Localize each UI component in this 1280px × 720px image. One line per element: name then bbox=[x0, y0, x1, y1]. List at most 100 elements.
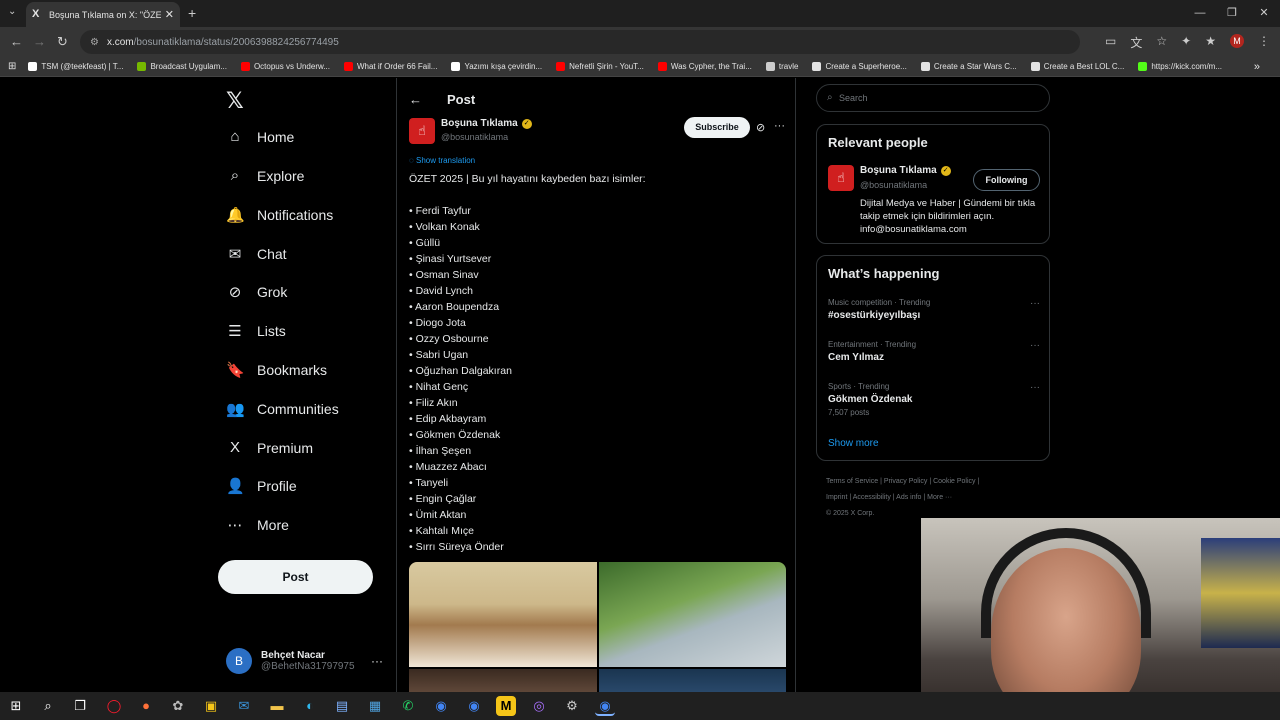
app-icon[interactable]: ✿ bbox=[168, 696, 188, 716]
back-arrow-icon[interactable]: ← bbox=[409, 92, 422, 107]
trend-item[interactable]: Entertainment · Trending Cem Yılmaz ··· bbox=[828, 340, 1040, 363]
nav-item-explore[interactable]: ⌕ Explore bbox=[226, 167, 305, 184]
grok-explain-icon[interactable]: ⊘ bbox=[756, 121, 765, 134]
x-logo-icon[interactable]: 𝕏 bbox=[226, 88, 244, 114]
back-arrow-icon[interactable]: ← bbox=[10, 34, 23, 49]
subscribe-button[interactable]: Subscribe bbox=[684, 117, 750, 138]
nav-item-notifications[interactable]: 🔔 Notifications bbox=[226, 206, 333, 224]
nav-item-communities[interactable]: 👥 Communities bbox=[226, 400, 339, 418]
following-button[interactable]: Following bbox=[973, 169, 1040, 191]
browser-tab[interactable]: X Boşuna Tıklama on X: "ÖZET 20... ✕ bbox=[26, 2, 180, 27]
trend-item[interactable]: Music competition · Trending #osestürkiye… bbox=[828, 298, 1040, 321]
app-icon[interactable]: ▦ bbox=[365, 696, 385, 716]
trend-more-icon[interactable]: ··· bbox=[1030, 382, 1040, 393]
nav-item-home[interactable]: ⌂ Home bbox=[226, 128, 294, 145]
mail-app-icon[interactable]: ✉ bbox=[234, 696, 254, 716]
extensions-icon[interactable]: ✦ bbox=[1181, 34, 1191, 51]
forward-arrow-icon[interactable]: → bbox=[33, 34, 46, 49]
whatsapp-icon[interactable]: ✆ bbox=[398, 696, 418, 716]
account-more-icon[interactable]: ··· bbox=[371, 654, 383, 668]
nav-item-grok[interactable]: ⊘ Grok bbox=[226, 283, 288, 301]
nav-item-chat[interactable]: ✉ Chat bbox=[226, 245, 287, 263]
post-image-4[interactable] bbox=[598, 669, 786, 692]
bookmark-item[interactable]: Create a Star Wars C... bbox=[920, 62, 1017, 71]
bookmark-item[interactable]: Create a Superheroe... bbox=[812, 62, 907, 71]
bookmark-favicon-icon bbox=[657, 62, 667, 71]
relevant-avatar[interactable]: ☝ bbox=[828, 165, 854, 191]
nav-item-lists[interactable]: ☰ Lists bbox=[226, 322, 286, 340]
new-tab-icon[interactable]: + bbox=[188, 5, 196, 21]
search-icon: ⌕ bbox=[827, 92, 833, 103]
account-switcher[interactable]: B Behçet Nacar @BehetNa31797975 ··· bbox=[226, 648, 383, 674]
post-more-icon[interactable]: ··· bbox=[774, 120, 785, 132]
show-translation-link[interactable]: ◌ Show translation bbox=[409, 156, 475, 165]
bookmark-item[interactable]: travle bbox=[765, 62, 798, 71]
firefox-icon[interactable]: ● bbox=[136, 696, 156, 716]
chrome-active-icon[interactable]: ◉ bbox=[595, 696, 615, 716]
author-name[interactable]: Boşuna Tıklama ✓ bbox=[441, 118, 532, 129]
browser-menu-icon[interactable]: ⋮ bbox=[1258, 34, 1270, 51]
url-input[interactable]: ⚙ x.com/bosunatiklama/status/20063988242… bbox=[80, 30, 1080, 54]
post-button[interactable]: Post bbox=[218, 560, 373, 594]
site-info-icon[interactable]: ⚙ bbox=[90, 37, 99, 48]
address-bar-row: ← → ↻ ⚙ x.com/bosunatiklama/status/20063… bbox=[0, 27, 1280, 57]
file-explorer-icon[interactable]: ▬ bbox=[267, 696, 287, 716]
cast-icon[interactable]: ▭ bbox=[1105, 34, 1116, 51]
app-icon[interactable]: M bbox=[496, 696, 516, 716]
relevant-name[interactable]: Boşuna Tıklama ✓ bbox=[860, 165, 951, 176]
nav-item-label: Chat bbox=[257, 246, 287, 262]
apps-grid-icon[interactable]: ⊞ bbox=[8, 61, 16, 72]
nav-item-more[interactable]: ⋯ More bbox=[226, 516, 289, 534]
trend-item[interactable]: Sports · Trending Gökmen Özdenak 7,507 pos… bbox=[828, 382, 1040, 417]
bookmark-favicon-icon bbox=[1138, 62, 1148, 71]
store-icon[interactable]: ▣ bbox=[201, 696, 221, 716]
trend-more-icon[interactable]: ··· bbox=[1030, 298, 1040, 309]
restore-icon[interactable]: ❐ bbox=[1216, 0, 1248, 27]
tab-close-icon[interactable]: ✕ bbox=[165, 8, 174, 21]
show-more-link[interactable]: Show more bbox=[828, 438, 879, 449]
post-image-3[interactable] bbox=[409, 669, 597, 692]
bookmark-item[interactable]: TSM (@teekfeast) | T... bbox=[28, 62, 123, 71]
bookmark-item[interactable]: Create a Best LOL C... bbox=[1030, 62, 1124, 71]
app-icon[interactable]: ▤ bbox=[332, 696, 352, 716]
nav-item-profile[interactable]: 👤 Profile bbox=[226, 477, 297, 495]
profile-avatar[interactable]: M bbox=[1230, 34, 1244, 48]
bookmark-item[interactable]: Yazımı kışa çevirdin... bbox=[451, 62, 542, 71]
star-icon[interactable]: ☆ bbox=[1156, 34, 1167, 51]
bookmarks-overflow-icon[interactable]: » bbox=[1254, 61, 1260, 73]
edge-icon[interactable]: ◐ bbox=[300, 696, 320, 716]
footer-line[interactable]: Terms of Service | Privacy Policy | Cook… bbox=[826, 474, 1046, 490]
start-icon[interactable]: ⊞ bbox=[6, 696, 26, 716]
minimize-icon[interactable]: — bbox=[1184, 0, 1216, 27]
bookmark-item[interactable]: Nefretli Şirin - YouT... bbox=[556, 62, 644, 71]
bookmark-item[interactable]: Octopus vs Underw... bbox=[240, 62, 330, 71]
post-text-line: • Engin Çağlar bbox=[409, 493, 477, 505]
app-icon[interactable]: ⚙ bbox=[562, 696, 582, 716]
post-image-1[interactable] bbox=[409, 562, 597, 667]
author-avatar[interactable]: ☝ bbox=[409, 118, 435, 144]
bookmark-item[interactable]: Was Cypher, the Trai... bbox=[657, 62, 752, 71]
reload-icon[interactable]: ↻ bbox=[57, 34, 68, 50]
post-image-2[interactable] bbox=[598, 562, 786, 667]
bookmark-item[interactable]: Broadcast Uygulam... bbox=[137, 62, 227, 71]
search-input[interactable]: ⌕ Search bbox=[816, 84, 1050, 112]
bookmark-item[interactable]: https://kick.com/m... bbox=[1138, 62, 1222, 71]
chrome-icon[interactable]: ◉ bbox=[431, 696, 451, 716]
relevant-handle[interactable]: @bosunatiklama bbox=[860, 180, 927, 190]
app-icon[interactable]: ◎ bbox=[529, 696, 549, 716]
chrome-icon[interactable]: ◉ bbox=[464, 696, 484, 716]
opera-icon[interactable]: ◯ bbox=[104, 696, 124, 716]
bookmark-star-icon[interactable]: ★ bbox=[1205, 34, 1216, 51]
footer-line[interactable]: Imprint | Accessibility | Ads info | Mor… bbox=[826, 490, 1046, 506]
tab-search-icon[interactable]: ⌄ bbox=[8, 6, 16, 17]
nav-item-premium[interactable]: X Premium bbox=[226, 439, 313, 456]
translate-icon[interactable]: 文 bbox=[1130, 34, 1142, 51]
bookmark-item[interactable]: What if Order 66 Fail... bbox=[343, 62, 437, 71]
nav-item-bookmarks[interactable]: 🔖 Bookmarks bbox=[226, 361, 327, 379]
task-view-icon[interactable]: ❐ bbox=[70, 696, 90, 716]
author-handle[interactable]: @bosunatiklama bbox=[441, 132, 508, 142]
close-window-icon[interactable]: ✕ bbox=[1248, 0, 1280, 27]
communities-icon: 👥 bbox=[226, 401, 245, 418]
search-icon[interactable]: ⌕ bbox=[38, 696, 58, 716]
trend-more-icon[interactable]: ··· bbox=[1030, 340, 1040, 351]
